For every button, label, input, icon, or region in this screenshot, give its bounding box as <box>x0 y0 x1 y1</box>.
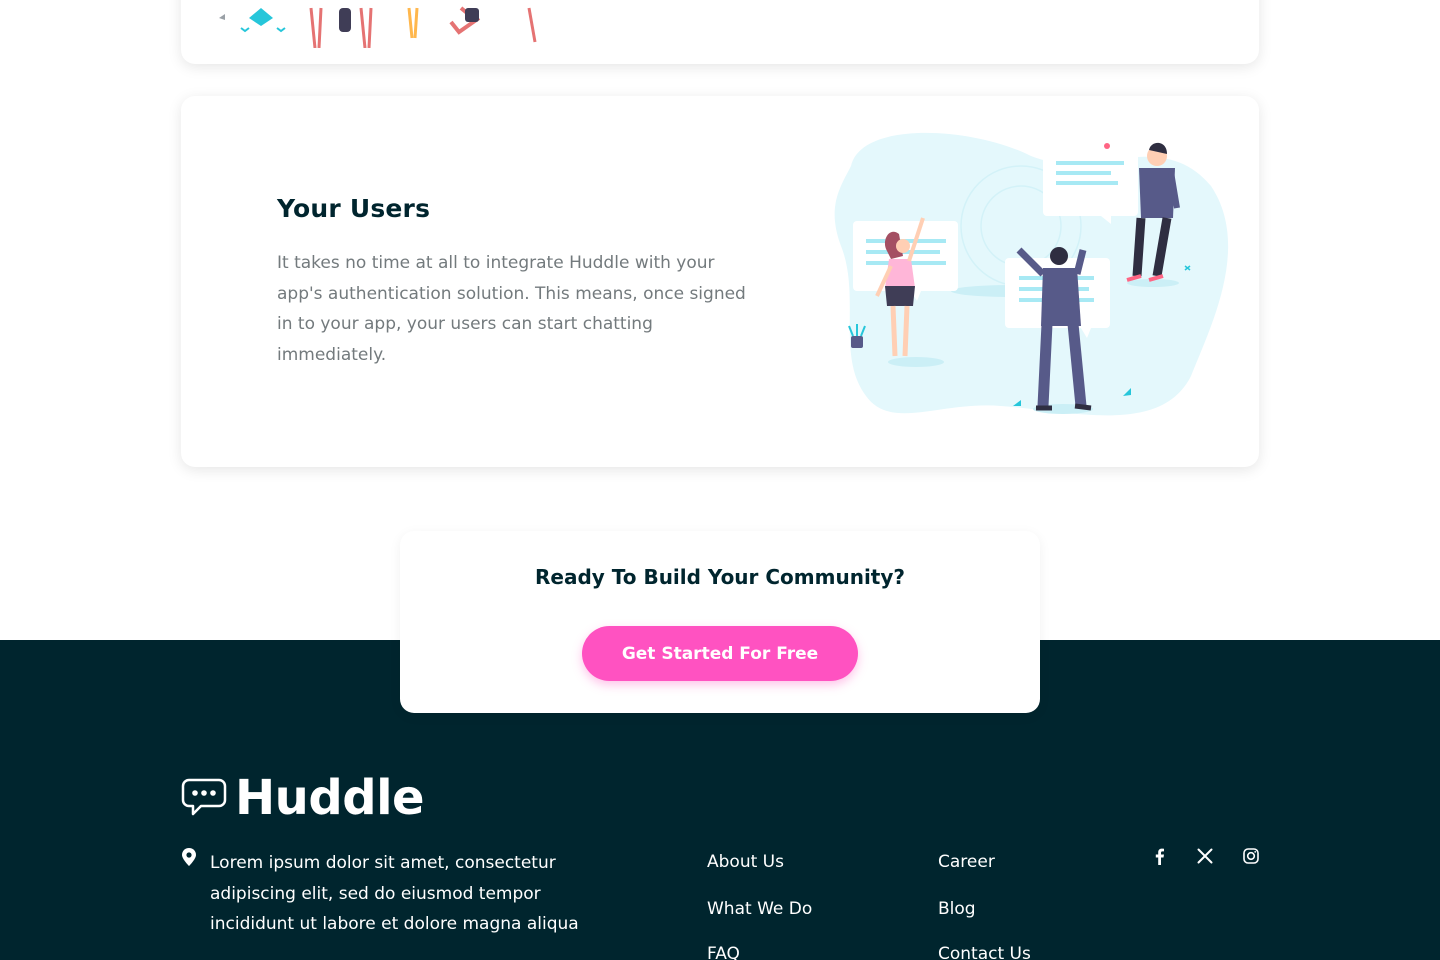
feature-card-your-users: Your Users It takes no time at all to in… <box>181 96 1259 467</box>
footer-link-contact-us[interactable]: Contact Us <box>938 944 1031 960</box>
instagram-icon[interactable] <box>1242 847 1260 865</box>
location-pin-icon <box>182 848 196 866</box>
footer-address: Lorem ipsum dolor sit amet, consectetur … <box>181 848 590 940</box>
feature-title: Your Users <box>277 194 431 223</box>
footer-link-career[interactable]: Career <box>938 852 995 872</box>
cta-title: Ready To Build Your Community? <box>534 565 906 589</box>
cta-panel: Ready To Build Your Community? Get Start… <box>400 531 1040 713</box>
feature-description: It takes no time at all to integrate Hud… <box>277 253 746 365</box>
team-illustration <box>219 6 537 48</box>
footer-link-about-us[interactable]: About Us <box>707 852 784 872</box>
footer-link-blog[interactable]: Blog <box>938 899 976 919</box>
facebook-icon[interactable] <box>1151 847 1169 865</box>
feature-card-previous <box>181 0 1259 64</box>
x-twitter-icon[interactable] <box>1196 847 1214 865</box>
footer-link-faq[interactable]: FAQ <box>707 944 740 960</box>
users-chatting-illustration <box>834 132 1229 416</box>
get-started-button[interactable]: Get Started For Free <box>582 626 858 681</box>
footer-logo[interactable]: Huddle <box>181 770 425 826</box>
brand-name: Huddle <box>235 770 425 826</box>
footer-link-what-we-do[interactable]: What We Do <box>707 899 812 919</box>
address-text: Lorem ipsum dolor sit amet, consectetur … <box>210 853 579 934</box>
chat-bubble-logo-icon <box>181 778 227 816</box>
